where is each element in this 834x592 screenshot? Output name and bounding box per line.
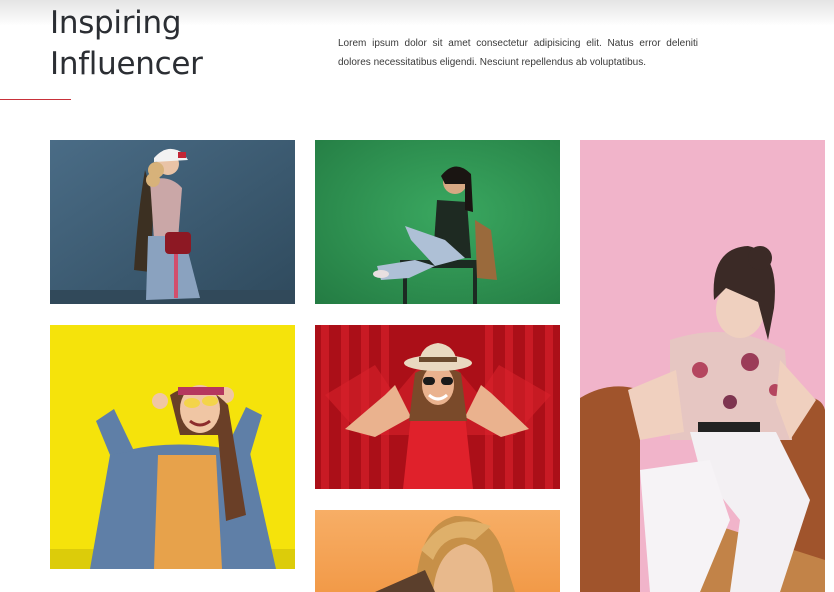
influencer-photo-blue-wall[interactable] [50,140,295,304]
influencer-photo-green-backdrop[interactable] [315,140,560,304]
photo-red-curtain-image [315,325,560,489]
page-title: Inspiring Influencer [50,3,203,85]
influencer-photo-pink-chair[interactable] [580,140,825,592]
page: Inspiring Influencer Lorem ipsum dolor s… [0,0,834,592]
photo-orange-backdrop-image [315,510,560,592]
influencer-photo-orange-backdrop[interactable] [315,510,560,592]
photo-blue-wall-image [50,140,295,304]
title-line-1: Inspiring [50,5,182,41]
influencer-photo-yellow-wall[interactable] [50,325,295,569]
photo-green-backdrop-image [315,140,560,304]
photo-pink-chair-image [580,140,825,592]
accent-divider [0,99,71,100]
photo-yellow-wall-image [50,325,295,569]
influencer-photo-red-curtain[interactable] [315,325,560,489]
intro-text: Lorem ipsum dolor sit amet consectetur a… [338,38,698,68]
title-line-2: Influencer [50,46,203,82]
